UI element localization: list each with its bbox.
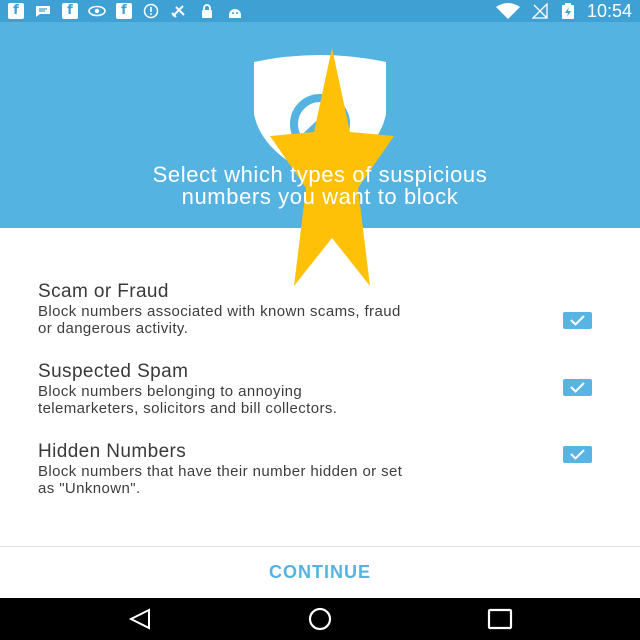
status-bar: f f f 10:54 bbox=[0, 0, 640, 22]
home-icon[interactable] bbox=[305, 607, 335, 631]
continue-button[interactable]: CONTINUE bbox=[0, 548, 640, 596]
recents-icon[interactable] bbox=[485, 607, 515, 631]
android-icon bbox=[229, 9, 241, 18]
option-desc-line2: or dangerous activity. bbox=[38, 320, 189, 337]
battery-icon bbox=[561, 3, 574, 19]
header-title: Select which types of suspicious numbers… bbox=[0, 164, 640, 208]
option-desc-line2: as "Unknown". bbox=[38, 480, 141, 497]
facebook-icon: f bbox=[62, 3, 78, 19]
scam-fraud-checkbox[interactable] bbox=[563, 312, 592, 329]
back-icon[interactable] bbox=[125, 607, 155, 631]
header-title-line2: numbers you want to block bbox=[181, 184, 459, 209]
option-hidden-numbers[interactable]: Hidden Numbers Block numbers that have t… bbox=[38, 441, 598, 497]
option-title: Suspected Spam bbox=[38, 361, 189, 382]
suspected-spam-checkbox[interactable] bbox=[563, 379, 592, 396]
message-icon bbox=[36, 6, 50, 17]
option-suspected-spam[interactable]: Suspected Spam Block numbers belonging t… bbox=[38, 361, 598, 417]
hidden-numbers-checkbox[interactable] bbox=[563, 446, 592, 463]
option-desc-line1: Block numbers that have their number hid… bbox=[38, 463, 403, 480]
facebook-icon: f bbox=[116, 3, 132, 19]
option-scam-fraud[interactable]: Scam or Fraud Block numbers associated w… bbox=[38, 281, 598, 337]
facebook-icon: f bbox=[8, 3, 24, 19]
notification-icons: f f f bbox=[8, 3, 244, 19]
checkmark-icon bbox=[570, 449, 585, 460]
eye-icon bbox=[88, 5, 106, 17]
alert-icon bbox=[143, 3, 159, 19]
no-signal-icon bbox=[531, 3, 548, 19]
option-title: Scam or Fraud bbox=[38, 281, 169, 302]
wifi-icon bbox=[495, 3, 520, 19]
option-desc-line1: Block numbers associated with known scam… bbox=[38, 303, 401, 320]
option-title: Hidden Numbers bbox=[38, 441, 187, 462]
checkmark-icon bbox=[570, 382, 585, 393]
status-time: 10:54 bbox=[586, 0, 632, 21]
checkmark-icon bbox=[570, 315, 585, 326]
divider bbox=[0, 546, 640, 547]
option-desc-line2: telemarketers, solicitors and bill colle… bbox=[38, 400, 338, 417]
header-title-line1: Select which types of suspicious bbox=[152, 162, 488, 187]
header-banner: Select which types of suspicious numbers… bbox=[0, 22, 640, 286]
satellite-icon bbox=[171, 5, 185, 18]
option-desc-line1: Block numbers belonging to annoying bbox=[38, 383, 303, 400]
navigation-bar bbox=[0, 598, 640, 640]
lock-icon bbox=[202, 4, 212, 18]
system-icons: 10:54 bbox=[495, 1, 632, 22]
